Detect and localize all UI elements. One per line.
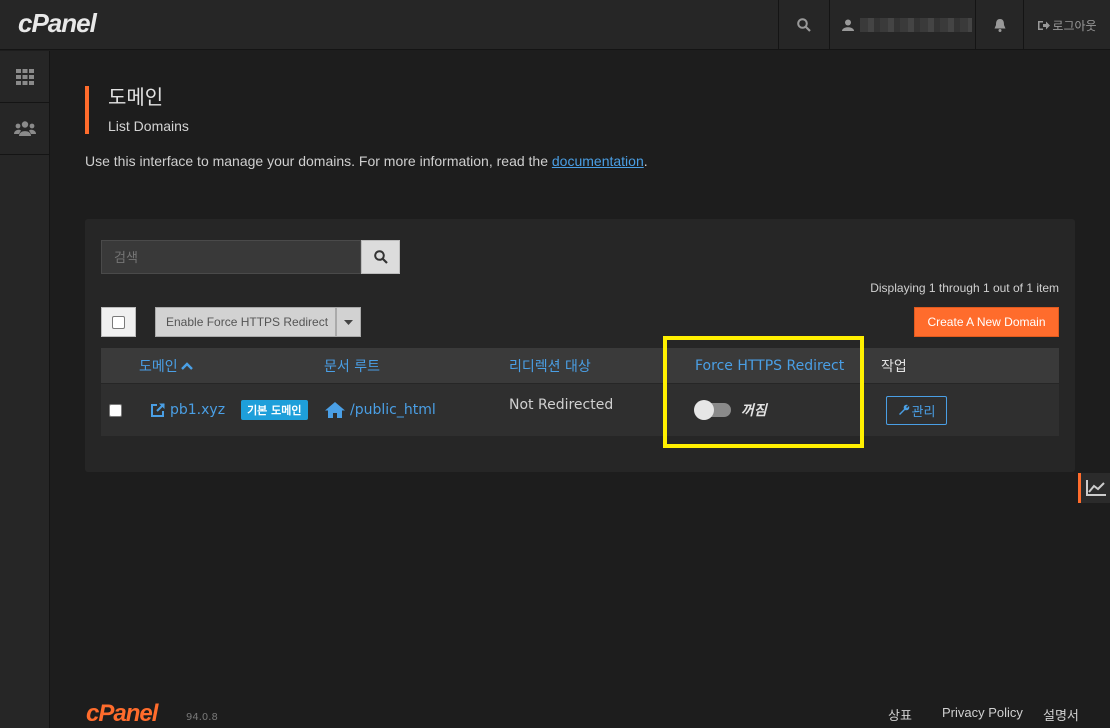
column-domain-label: 도메인 [139, 358, 178, 375]
select-all-checkbox[interactable] [101, 307, 136, 337]
create-domain-button[interactable]: Create A New Domain [914, 307, 1059, 337]
page-subtitle: List Domains [108, 118, 189, 134]
column-redirect[interactable]: 리디렉션 대상 [509, 348, 591, 383]
force-https-toggle[interactable] [694, 400, 731, 420]
intro-text: Use this interface to manage your domain… [85, 153, 648, 169]
wrench-icon [898, 404, 909, 415]
search-button[interactable] [361, 240, 400, 274]
intro-body: Use this interface to manage your domain… [85, 153, 552, 169]
username-redacted [860, 18, 972, 32]
footer-link-docs[interactable]: 설명서 [1043, 705, 1079, 724]
cpanel-logo[interactable]: cPanel [18, 8, 97, 39]
chart-line-icon [1085, 480, 1106, 496]
user-icon [842, 19, 854, 31]
top-search-button[interactable] [778, 0, 829, 50]
manage-button[interactable]: 관리 [886, 395, 947, 425]
external-link-icon[interactable] [151, 403, 165, 417]
row-checkbox[interactable] [109, 384, 122, 436]
manage-label: 관리 [911, 404, 936, 420]
sort-up-icon [180, 361, 193, 370]
actions-cell: 관리 [886, 384, 947, 436]
primary-domain-badge: 기본 도메인 [241, 400, 308, 420]
home-icon[interactable] [325, 402, 345, 418]
docroot-link[interactable]: /public_html [350, 402, 436, 418]
checkbox-box [112, 315, 125, 329]
column-actions: 작업 [881, 358, 907, 375]
logout-label: 로그아웃 [1052, 18, 1097, 33]
stats-panel-tab[interactable] [1078, 473, 1110, 503]
domains-panel: Displaying 1 through 1 out of 1 item Ena… [85, 219, 1075, 472]
grid-icon [16, 68, 34, 85]
bell-icon [994, 18, 1005, 32]
sidebar-item-users[interactable] [0, 103, 50, 155]
docroot-cell: /public_html [325, 384, 436, 436]
logout-button[interactable]: 로그아웃 [1023, 0, 1110, 50]
users-icon [14, 121, 36, 136]
enable-force-https-button[interactable]: Enable Force HTTPS Redirect [155, 307, 336, 337]
footer-logo[interactable]: cPanel [86, 700, 158, 728]
top-bar: cPanel 로그아웃 [0, 0, 1110, 50]
column-force-https[interactable]: Force HTTPS Redirect [695, 348, 844, 383]
user-menu[interactable] [829, 0, 975, 50]
sidebar [0, 51, 50, 728]
checkbox-box [109, 403, 122, 417]
column-docroot[interactable]: 문서 루트 [324, 348, 380, 383]
table-row: pb1.xyz 기본 도메인 /public_html Not Redirect… [101, 384, 1059, 436]
force-https-cell: 꺼짐 [694, 384, 767, 436]
force-https-state: 꺼짐 [741, 403, 767, 419]
redirect-cell: Not Redirected [509, 397, 614, 413]
footer-link-privacy[interactable]: Privacy Policy [942, 705, 1023, 720]
page-title: 도메인 [108, 85, 164, 109]
footer-link-trademarks[interactable]: 상표 [888, 705, 912, 724]
search-icon [373, 250, 388, 264]
caret-down-icon [344, 319, 353, 325]
notifications-button[interactable] [975, 0, 1023, 50]
page-header: 도메인 List Domains [85, 86, 189, 134]
display-count: Displaying 1 through 1 out of 1 item [870, 281, 1059, 295]
version-text: 94.0.8 [186, 712, 218, 723]
bulk-action-dropdown[interactable] [336, 307, 361, 337]
sidebar-item-home[interactable] [0, 51, 50, 103]
intro-end: . [643, 153, 648, 169]
table-header: 도메인 문서 루트 리디렉션 대상 Force HTTPS Redirect 작… [101, 348, 1059, 383]
domain-cell: pb1.xyz 기본 도메인 [151, 384, 308, 436]
documentation-link[interactable]: documentation [552, 153, 644, 169]
search-input[interactable] [101, 240, 361, 274]
column-domain[interactable]: 도메인 [139, 348, 193, 383]
domain-link[interactable]: pb1.xyz [170, 402, 225, 418]
search-icon [797, 18, 811, 32]
logout-icon [1038, 20, 1051, 30]
